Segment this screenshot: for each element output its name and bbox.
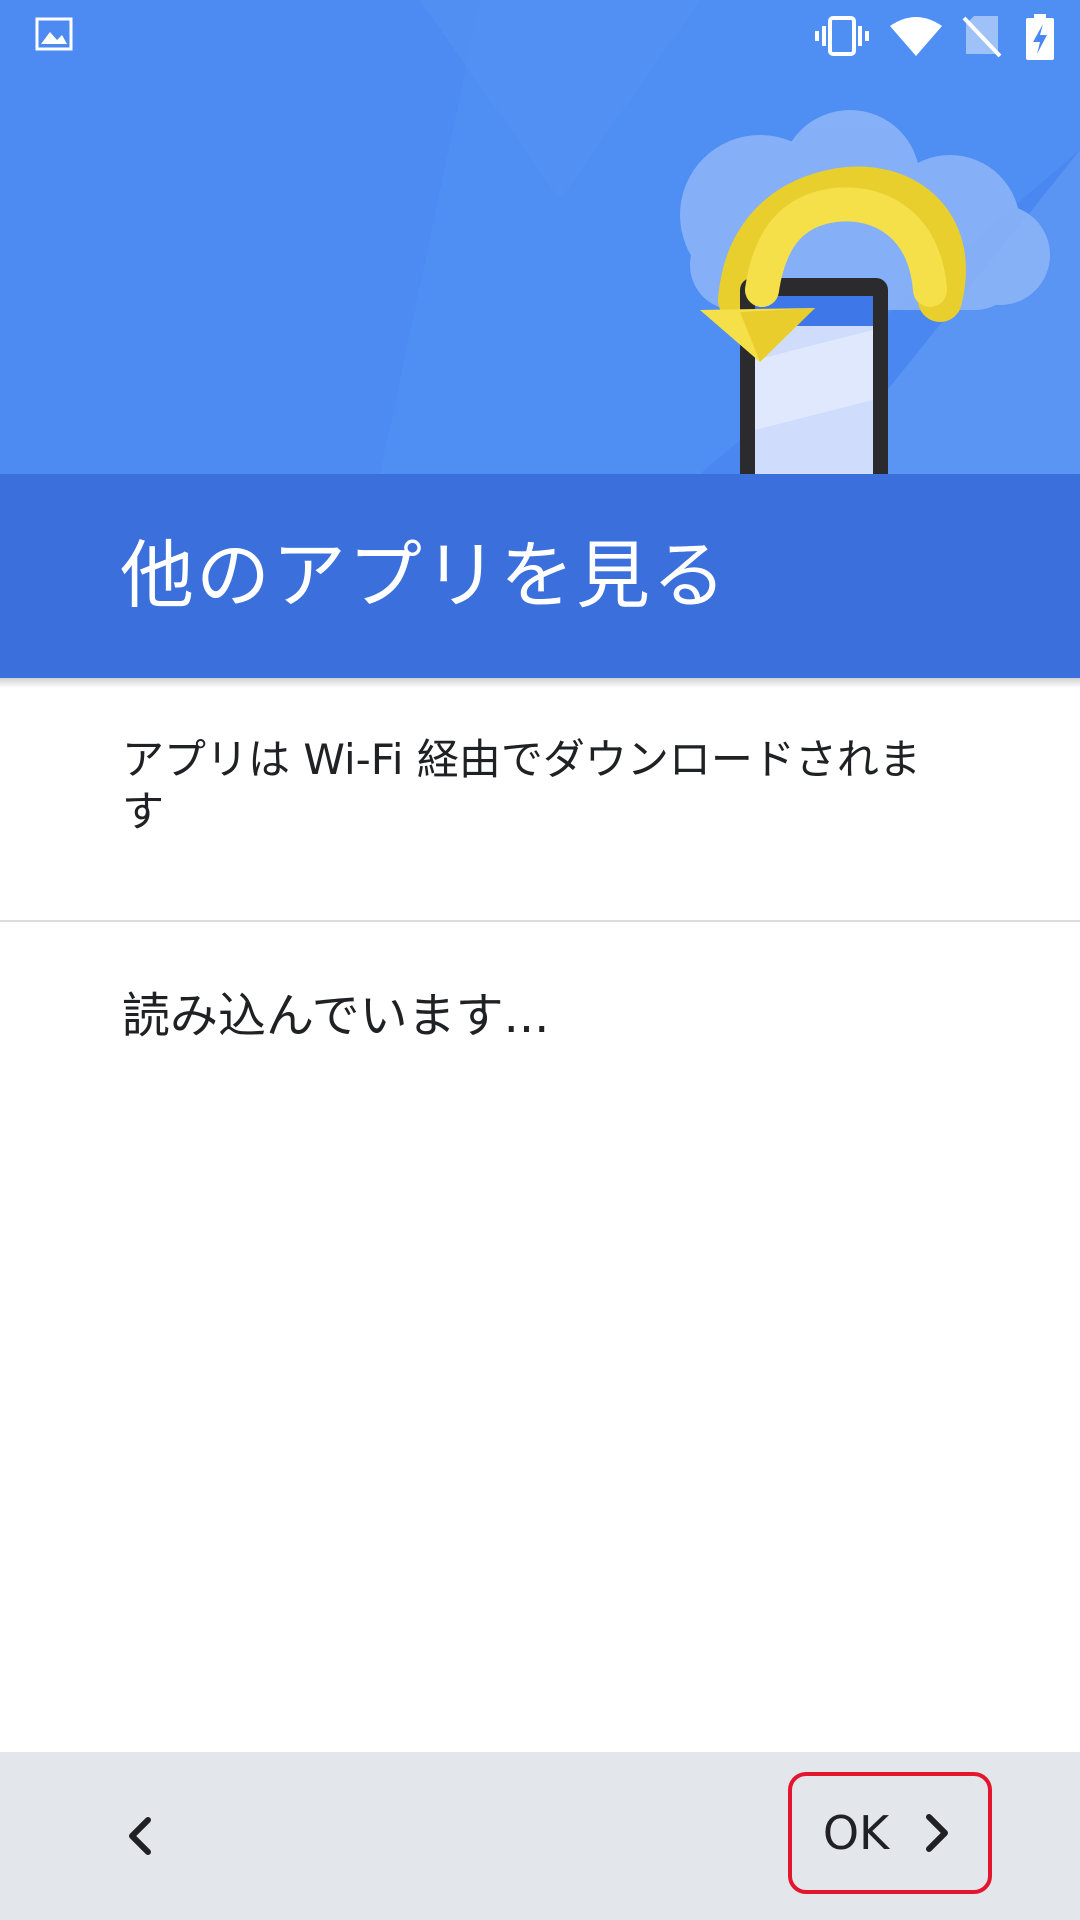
page-title: 他のアプリを見る	[120, 533, 728, 619]
ok-label: OK	[822, 1806, 890, 1860]
battery-charging-icon	[1026, 14, 1054, 60]
status-bar	[0, 0, 1080, 72]
loading-text: 読み込んでいます...	[122, 988, 550, 1044]
chevron-right-icon	[926, 1814, 949, 1852]
divider	[0, 920, 1080, 922]
wifi-download-notice: アプリは Wi-Fi 経由でダウンロードされます	[122, 735, 921, 836]
navigation-bar: OK	[0, 1752, 1080, 1920]
header-shadow	[0, 678, 1080, 688]
wifi-icon	[890, 17, 942, 56]
back-button[interactable]	[96, 1792, 184, 1880]
vibrate-icon	[815, 16, 869, 56]
header: 他のアプリを見る	[0, 0, 1080, 678]
ok-button[interactable]: OK	[788, 1772, 992, 1894]
chevron-left-icon	[129, 1817, 151, 1855]
no-sim-icon	[962, 16, 1002, 58]
image-notification-icon	[35, 17, 73, 51]
